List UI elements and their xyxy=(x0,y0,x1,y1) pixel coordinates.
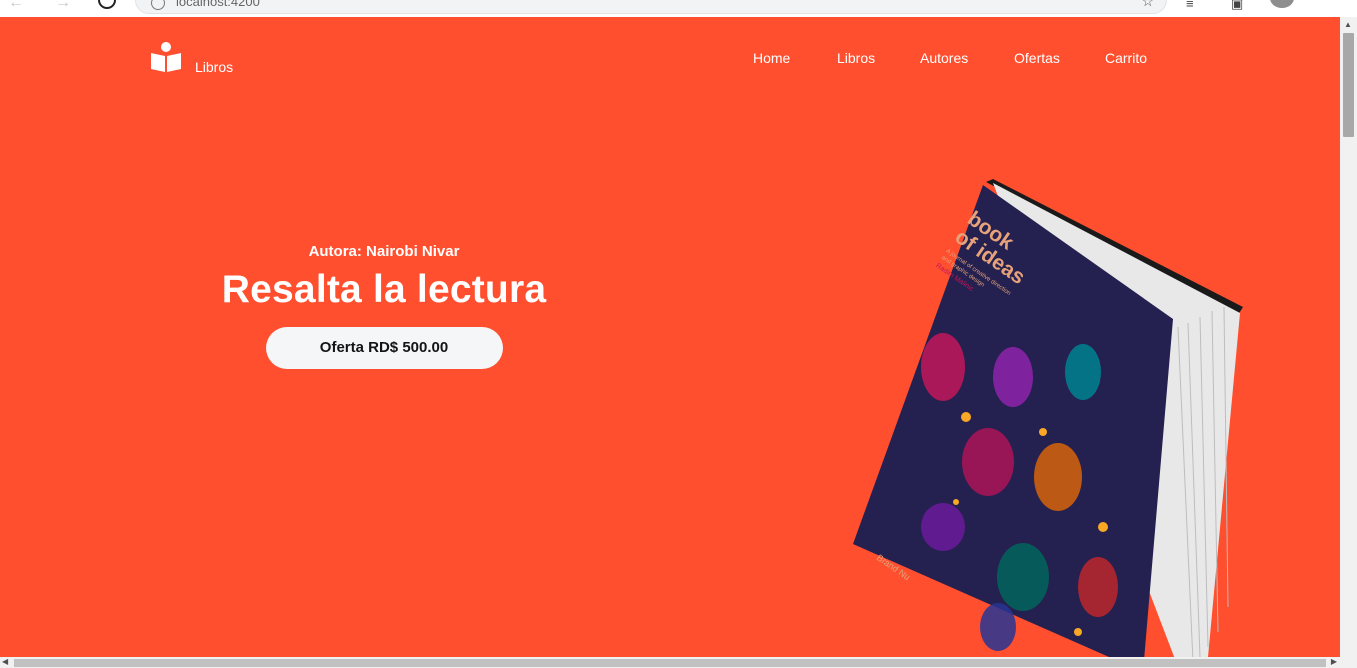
open-book-reader-icon xyxy=(151,42,181,72)
site-info-icon[interactable] xyxy=(151,0,165,10)
scroll-up-icon[interactable]: ▲ xyxy=(1344,20,1352,29)
offer-button[interactable]: Oferta RD$ 500.00 xyxy=(265,327,503,369)
vertical-scroll-thumb[interactable] xyxy=(1343,33,1354,137)
brand-logo[interactable]: Libros xyxy=(150,41,234,75)
browser-toolbar: ← → localhost:4200 ☆ ≡ ▣ xyxy=(0,0,1357,18)
nav-ofertas[interactable]: Ofertas xyxy=(1014,50,1060,66)
vertical-scrollbar[interactable]: ▲ xyxy=(1340,17,1357,657)
book-image: book of ideas A journal of creative dire… xyxy=(853,179,1243,657)
nav-autores[interactable]: Autores xyxy=(920,50,968,66)
brand-name: Libros xyxy=(195,59,234,75)
hero-title: Resalta la lectura xyxy=(221,268,547,311)
scroll-right-icon[interactable]: ▶ xyxy=(1331,657,1337,666)
landing-page: Libros Home Libros Autores Ofertas Carri… xyxy=(0,17,1340,657)
address-bar[interactable]: localhost:4200 ☆ xyxy=(135,0,1167,14)
bookmark-icon[interactable]: ☆ xyxy=(1141,0,1154,10)
nav-libros[interactable]: Libros xyxy=(837,50,875,66)
collections-icon[interactable]: ▣ xyxy=(1231,0,1243,12)
hero-section: Autora: Nairobi Nivar Resalta la lectura… xyxy=(184,243,584,369)
scroll-left-icon[interactable]: ◀ xyxy=(2,657,8,666)
hero-author: Autora: Nairobi Nivar xyxy=(308,243,460,260)
horizontal-scroll-thumb[interactable] xyxy=(14,659,1326,667)
nav-carrito[interactable]: Carrito xyxy=(1105,50,1147,66)
reload-icon[interactable] xyxy=(98,0,116,9)
back-icon[interactable]: ← xyxy=(8,0,24,12)
reading-list-icon[interactable]: ≡ xyxy=(1186,0,1194,11)
horizontal-scrollbar[interactable]: ◀ ▶ xyxy=(0,657,1357,668)
profile-avatar-icon[interactable] xyxy=(1270,0,1294,8)
address-text[interactable]: localhost:4200 xyxy=(176,0,260,9)
nav-home[interactable]: Home xyxy=(753,50,790,66)
forward-icon[interactable]: → xyxy=(55,0,71,12)
